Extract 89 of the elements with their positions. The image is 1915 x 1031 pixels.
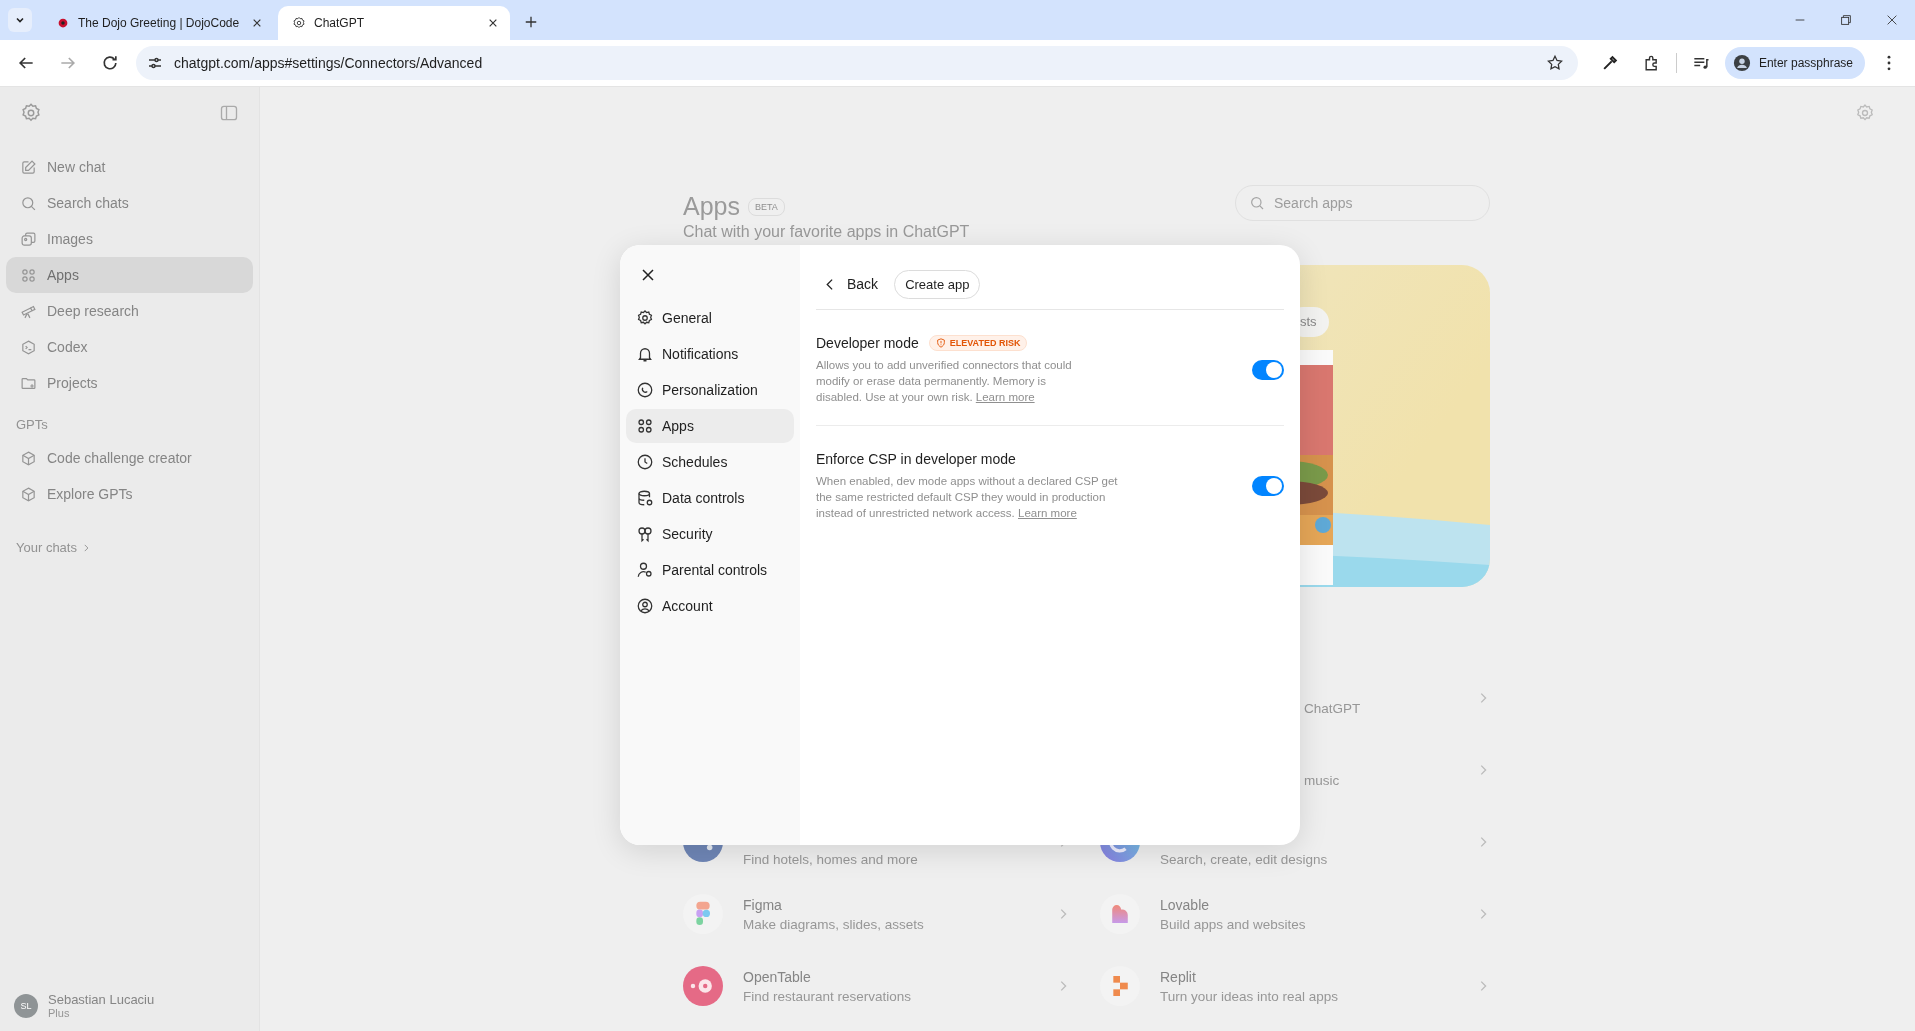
sidebar-item[interactable]: Search chats bbox=[6, 185, 253, 221]
favicon-icon bbox=[56, 16, 70, 30]
sidebar-item[interactable]: Explore GPTs bbox=[6, 476, 253, 512]
sidebar-item[interactable]: Apps bbox=[6, 257, 253, 293]
sidebar-item[interactable]: Deep research bbox=[6, 293, 253, 329]
sidebar-item[interactable]: Codex bbox=[6, 329, 253, 365]
create-app-button[interactable]: Create app bbox=[894, 269, 981, 299]
address-bar[interactable]: chatgpt.com/apps#settings/Connectors/Advanced bbox=[136, 46, 1578, 80]
settings-nav-item[interactable]: Personalization bbox=[626, 373, 794, 407]
settings-nav-item[interactable]: Notifications bbox=[626, 337, 794, 371]
toggle-switch[interactable] bbox=[1252, 360, 1284, 380]
app-description: Turn your ideas into real apps bbox=[1160, 988, 1340, 1004]
page-subtitle: Chat with your favorite apps in ChatGPT bbox=[683, 223, 970, 241]
sidebar-item[interactable]: Images bbox=[6, 221, 253, 257]
setting-description: When enabled, dev mode apps without a declared CSP get the same restricted default CSP they would in production instead of unrestricted network access. Learn more bbox=[816, 474, 1119, 521]
avatar-icon bbox=[1732, 54, 1751, 72]
browser-tab[interactable]: The Dojo Greeting | DojoCode bbox=[42, 6, 274, 40]
app-name: Replit bbox=[1160, 968, 1197, 985]
app-description: Find hotels, homes and more bbox=[743, 851, 919, 867]
restore-icon[interactable] bbox=[1839, 13, 1853, 27]
toggle-switch[interactable] bbox=[1252, 476, 1284, 496]
url-text: chatgpt.com/apps#settings/Connectors/Advanced bbox=[174, 55, 484, 71]
grid-icon bbox=[20, 266, 37, 284]
profile-button[interactable]: Enter passphrase bbox=[1724, 47, 1865, 79]
close-icon[interactable] bbox=[1885, 13, 1899, 27]
settings-nav-item[interactable]: Schedules bbox=[626, 445, 794, 479]
sidebar-toggle-icon[interactable] bbox=[219, 103, 239, 123]
tab-search-button[interactable] bbox=[8, 8, 32, 32]
settings-nav-item[interactable]: General bbox=[626, 301, 794, 335]
user-profile[interactable]: SL Sebastian Lucaciu Plus bbox=[6, 984, 253, 1031]
search-icon bbox=[1249, 195, 1265, 211]
sidebar-item[interactable]: Code challenge creator bbox=[6, 440, 253, 476]
setting-title: Enforce CSP in developer mode bbox=[816, 451, 1016, 467]
sidebar-item[interactable]: Projects bbox=[6, 365, 253, 401]
user-plan: Plus bbox=[48, 1007, 71, 1019]
app-list-item[interactable]: ChatGPT bbox=[1100, 662, 1490, 734]
settings-nav-item[interactable]: Data controls bbox=[626, 481, 794, 515]
settings-nav-item[interactable]: Account bbox=[626, 589, 794, 623]
app-name: Lovable bbox=[1160, 896, 1211, 913]
warning-shield-icon bbox=[935, 338, 946, 348]
new-tab-icon[interactable] bbox=[524, 15, 538, 29]
browser-tab[interactable]: ChatGPT bbox=[278, 6, 510, 40]
avatar: SL bbox=[14, 993, 38, 1018]
beta-badge: BETA bbox=[748, 197, 785, 216]
search-icon bbox=[20, 194, 37, 212]
grid-icon bbox=[636, 417, 654, 435]
app-name: Figma bbox=[743, 896, 783, 913]
cube-icon bbox=[20, 485, 37, 503]
app-description: Make diagrams, slides, assets bbox=[743, 916, 925, 932]
learn-more-link[interactable]: Learn more bbox=[975, 391, 1035, 403]
key-icon bbox=[636, 525, 654, 543]
back-button[interactable]: Back bbox=[818, 270, 885, 298]
settings-nav-item[interactable]: Parental controls bbox=[626, 553, 794, 587]
settings-nav-item[interactable]: Apps bbox=[626, 409, 794, 443]
app-description: Search, create, edit designs bbox=[1160, 851, 1329, 867]
cube-icon bbox=[20, 449, 37, 467]
page-title: Apps bbox=[683, 192, 740, 221]
app-logo-icon bbox=[683, 966, 723, 1006]
pencil-square-icon bbox=[20, 158, 37, 176]
close-icon[interactable] bbox=[252, 18, 262, 28]
app-list-item[interactable]: Figma Make diagrams, slides, assets bbox=[683, 878, 1070, 950]
user-name: Sebastian Lucaciu bbox=[48, 992, 155, 1007]
app-list-item[interactable]: music bbox=[1100, 734, 1490, 806]
setting-title: Developer mode bbox=[816, 335, 919, 351]
star-icon[interactable] bbox=[1545, 54, 1564, 72]
sidebar-item[interactable]: New chat bbox=[6, 149, 253, 185]
app-description: Find restaurant reservations bbox=[743, 988, 913, 1004]
database-icon bbox=[636, 489, 654, 507]
app-description: Build apps and websites bbox=[1160, 916, 1307, 932]
app-list-item[interactable]: Lovable Build apps and websites bbox=[1100, 878, 1490, 950]
close-icon[interactable] bbox=[488, 18, 498, 28]
account-icon bbox=[636, 597, 654, 615]
circle-swirl-icon bbox=[636, 381, 654, 399]
app-list-item[interactable]: OpenTable Find restaurant reservations bbox=[683, 950, 1070, 1022]
bell-icon bbox=[636, 345, 654, 363]
your-chats-link[interactable]: Your chats bbox=[6, 540, 253, 555]
search-field[interactable]: Search apps bbox=[1235, 185, 1490, 221]
learn-more-link[interactable]: Learn more bbox=[1018, 507, 1077, 519]
settings-nav-item[interactable]: Security bbox=[626, 517, 794, 551]
app-list-item[interactable]: Replit Turn your ideas into real apps bbox=[1100, 950, 1490, 1022]
settings-icon bbox=[636, 309, 654, 327]
person-icon bbox=[636, 561, 654, 579]
hexagon-prompt-icon bbox=[20, 338, 37, 356]
risk-label: ELEVATED RISK bbox=[949, 338, 1021, 348]
clock-icon bbox=[636, 453, 654, 471]
app-name: OpenTable bbox=[743, 968, 812, 985]
setting-description: Allows you to add unverified connectors that could modify or erase data permanently. Memory is disabled. Use at your own risk. Learn more bbox=[816, 358, 1073, 405]
images-icon bbox=[20, 230, 37, 248]
section-heading: GPTs bbox=[15, 416, 49, 434]
